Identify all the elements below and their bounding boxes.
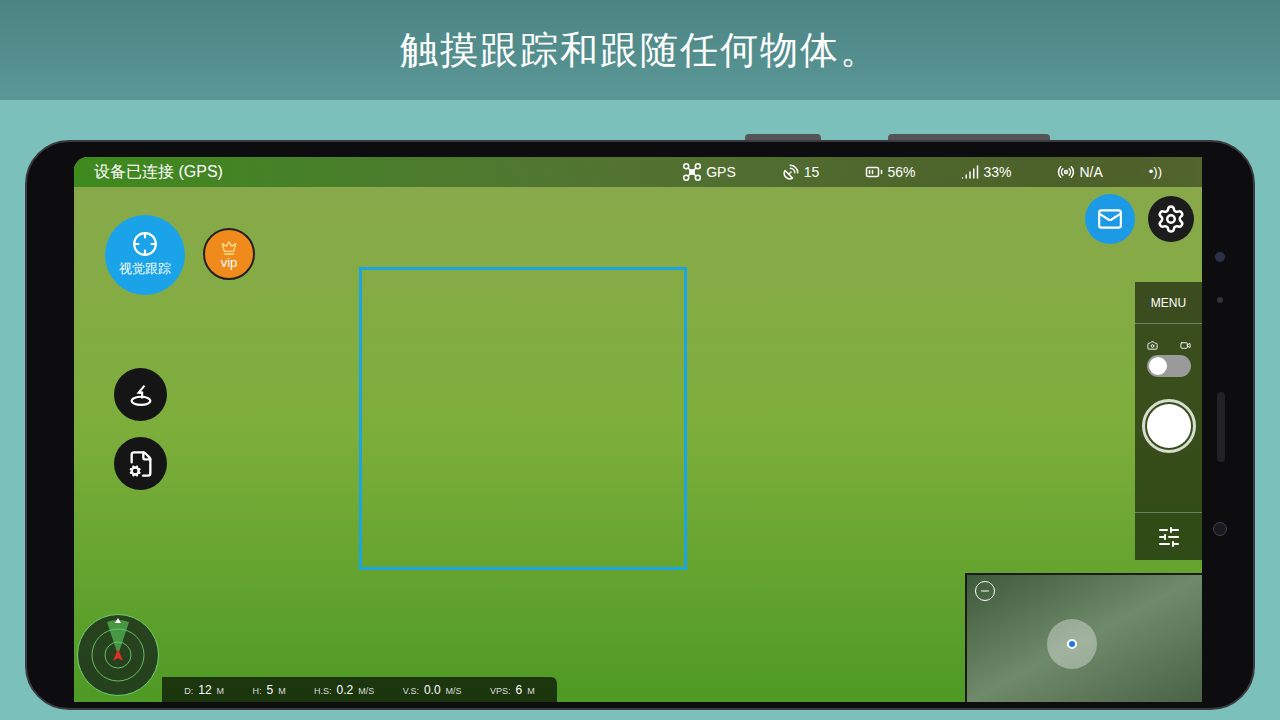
mail-icon	[1097, 206, 1123, 232]
visual-tracking-button[interactable]: 视觉跟踪	[105, 215, 185, 295]
mode-toggle[interactable]	[1147, 355, 1191, 377]
telemetry-item: V.S:0.0M/S	[403, 681, 462, 699]
right-panel: MENU	[1135, 282, 1202, 560]
status-item: N/A	[1057, 162, 1102, 183]
phone-frame: 设备已连接 (GPS) GPS 15 56% 33% N/A •)) 视觉跟踪 vip MENU D…	[25, 140, 1255, 710]
telemetry-bar: D:12M H:5M H.S:0.2M/S V.S:0.0M/S VPS:6M	[162, 677, 557, 702]
phone-camera	[1215, 252, 1225, 262]
status-bar: 设备已连接 (GPS) GPS 15 56% 33% N/A •))	[74, 157, 1202, 187]
phone-sensor	[1217, 297, 1223, 303]
phone-speaker	[1217, 392, 1225, 462]
return-home-button[interactable]	[114, 368, 167, 421]
status-item: GPS	[682, 162, 736, 183]
phone-lens	[1213, 522, 1227, 536]
telemetry-item: D:12M	[184, 681, 224, 699]
connection-status: 设备已连接 (GPS)	[74, 160, 223, 184]
vip-button[interactable]: vip	[203, 228, 255, 280]
minus-icon	[979, 585, 991, 597]
shutter-button[interactable]	[1142, 399, 1196, 453]
header: 触摸跟踪和跟随任何物体。	[0, 0, 1280, 100]
target-icon	[132, 231, 158, 257]
drone-icon	[682, 162, 702, 182]
mode-switch[interactable]	[1147, 324, 1191, 377]
position-marker	[1047, 619, 1097, 669]
status-item: 15	[782, 162, 820, 183]
gear-icon	[1156, 204, 1186, 234]
rtk-icon	[1057, 163, 1075, 181]
minimap[interactable]	[965, 573, 1202, 702]
radar	[77, 614, 159, 696]
telemetry-item: H:5M	[252, 681, 285, 699]
settings-button[interactable]	[1148, 196, 1194, 242]
mission-button[interactable]	[114, 437, 167, 490]
video-icon	[1180, 340, 1191, 351]
signal-icon	[961, 163, 979, 181]
telemetry-item: VPS:6M	[490, 681, 535, 699]
status-item: 33%	[961, 162, 1011, 183]
radar-icon	[79, 616, 157, 694]
screen: 设备已连接 (GPS) GPS 15 56% 33% N/A •)) 视觉跟踪 vip MENU D…	[74, 157, 1202, 702]
telemetry-item: H.S:0.2M/S	[314, 681, 374, 699]
status-item: 56%	[865, 162, 915, 183]
sliders-icon	[1157, 525, 1181, 549]
satellite-icon	[782, 163, 800, 181]
mail-button[interactable]	[1085, 194, 1135, 244]
camera-icon	[1147, 340, 1158, 351]
header-title: 触摸跟踪和跟随任何物体。	[400, 22, 880, 79]
zoom-out-button[interactable]	[975, 581, 995, 601]
wifi-icon: •))	[1149, 162, 1162, 182]
menu-button[interactable]: MENU	[1135, 282, 1202, 324]
tracking-box[interactable]	[359, 267, 687, 570]
app: 触摸跟踪和跟随任何物体。设备已连接 (GPS) GPS 15 56% 33% N/A •))…	[0, 0, 1280, 720]
return-home-icon	[127, 381, 155, 409]
mission-icon	[127, 450, 155, 478]
battery-icon	[865, 163, 883, 181]
adjust-button[interactable]	[1135, 512, 1202, 560]
crown-icon	[221, 240, 237, 256]
